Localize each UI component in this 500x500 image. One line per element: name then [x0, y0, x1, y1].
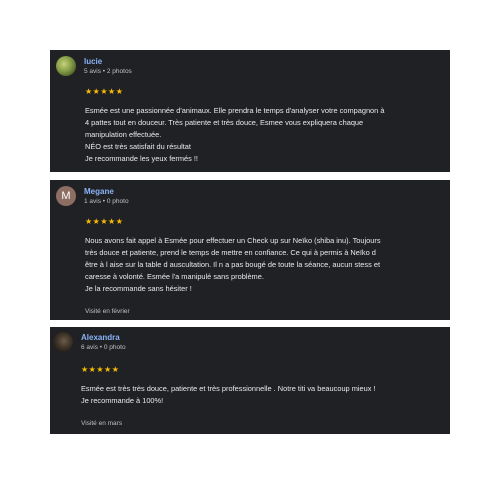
review-header: M Megane 1 avis • 0 photo [56, 186, 129, 206]
star-rating: ★★★★★ [85, 217, 124, 226]
reviewer-meta: 6 avis • 0 photo [81, 343, 126, 351]
visit-date: Visité en mars [81, 420, 123, 427]
review-header: Alexandra 6 avis • 0 photo [53, 332, 126, 352]
reviewer-name[interactable]: Megane [84, 187, 129, 197]
review-card: Alexandra 6 avis • 0 photo ★★★★★ Esmée e… [50, 327, 450, 434]
review-line: Nous avons fait appel à Esmée pour effec… [85, 236, 381, 245]
review-text: Esmée est une passionnée d'animaux. Elle… [85, 105, 444, 165]
avatar[interactable] [53, 332, 73, 352]
reviewer-meta: 5 avis • 2 photos [84, 67, 132, 75]
review-line: manipulation effectuée. [85, 130, 162, 139]
review-line: Esmée est très très douce, patiente et t… [81, 384, 376, 393]
reviewer-name[interactable]: lucie [84, 57, 132, 67]
review-text: Esmée est très très douce, patiente et t… [81, 383, 444, 407]
review-line: Je la recommande sans hésiter ! [85, 284, 192, 293]
review-line: Je recommande les yeux fermés !! [85, 154, 198, 163]
avatar[interactable]: M [56, 186, 76, 206]
review-card: lucie 5 avis • 2 photos ★★★★★ Esmée est … [50, 50, 450, 172]
reviewer-name[interactable]: Alexandra [81, 333, 126, 343]
review-line: 4 pattes tout en douceur. Très patiente … [85, 118, 364, 127]
star-rating: ★★★★★ [81, 365, 120, 374]
review-line: NÉO est très satisfait du résultat [85, 142, 191, 151]
review-line: être à l aise sur la table d auscultatio… [85, 260, 380, 269]
avatar[interactable] [56, 56, 76, 76]
review-line: Je recommande à 100%! [81, 396, 164, 405]
visit-date: Visité en février [85, 308, 130, 315]
reviewer-meta: 1 avis • 0 photo [84, 197, 129, 205]
review-line: caresse à volonté. Esmée l'a manipulé sa… [85, 272, 264, 281]
review-card: M Megane 1 avis • 0 photo ★★★★★ Nous avo… [50, 180, 450, 320]
review-text: Nous avons fait appel à Esmée pour effec… [85, 235, 444, 295]
star-rating: ★★★★★ [85, 87, 124, 96]
review-line: Esmée est une passionnée d'animaux. Elle… [85, 106, 385, 115]
review-header: lucie 5 avis • 2 photos [56, 56, 132, 76]
review-line: très douce et patiente, prend le temps d… [85, 248, 376, 257]
